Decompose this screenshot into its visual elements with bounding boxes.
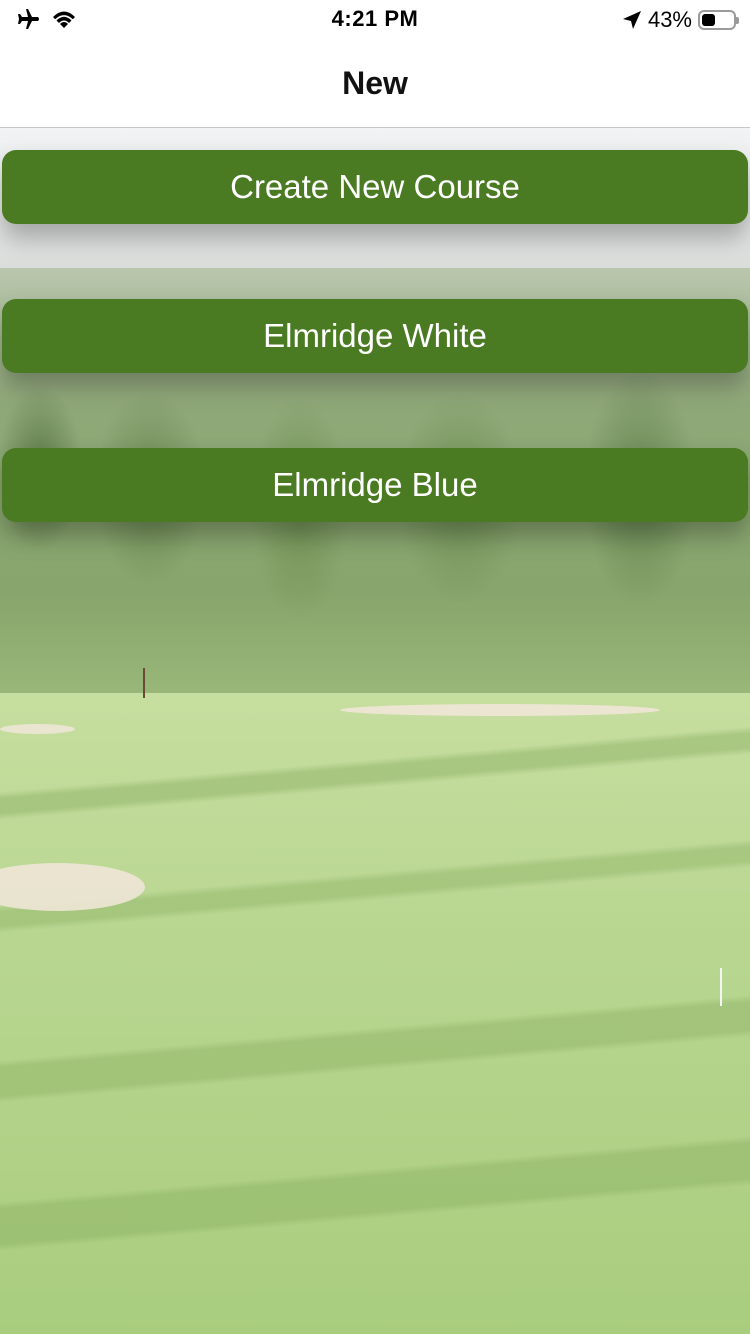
flag-pin bbox=[720, 968, 722, 1006]
battery-percent: 43% bbox=[647, 7, 692, 32]
page-title: New bbox=[342, 65, 408, 101]
course-button-elmridge-white[interactable]: Elmridge White bbox=[2, 299, 748, 373]
navigation-bar: New bbox=[0, 40, 750, 128]
sand-bunker bbox=[0, 724, 75, 734]
battery-cap bbox=[736, 17, 739, 24]
create-new-course-button[interactable]: Create New Course bbox=[2, 150, 748, 224]
sand-bunker bbox=[340, 704, 660, 716]
status-right-group: 43% bbox=[622, 7, 739, 33]
course-list: Create New Course Elmridge White Elmridg… bbox=[2, 150, 748, 597]
battery-icon bbox=[698, 10, 739, 30]
battery-level bbox=[702, 14, 715, 26]
course-button-elmridge-blue[interactable]: Elmridge Blue bbox=[2, 448, 748, 522]
background-fairway bbox=[0, 693, 750, 1334]
app-screen: 4:21 PM 43% New Create New Course Elmrid… bbox=[0, 0, 750, 1334]
status-bar: 4:21 PM 43% bbox=[0, 0, 750, 40]
location-arrow-icon bbox=[622, 11, 641, 29]
flag-pin bbox=[143, 668, 145, 698]
